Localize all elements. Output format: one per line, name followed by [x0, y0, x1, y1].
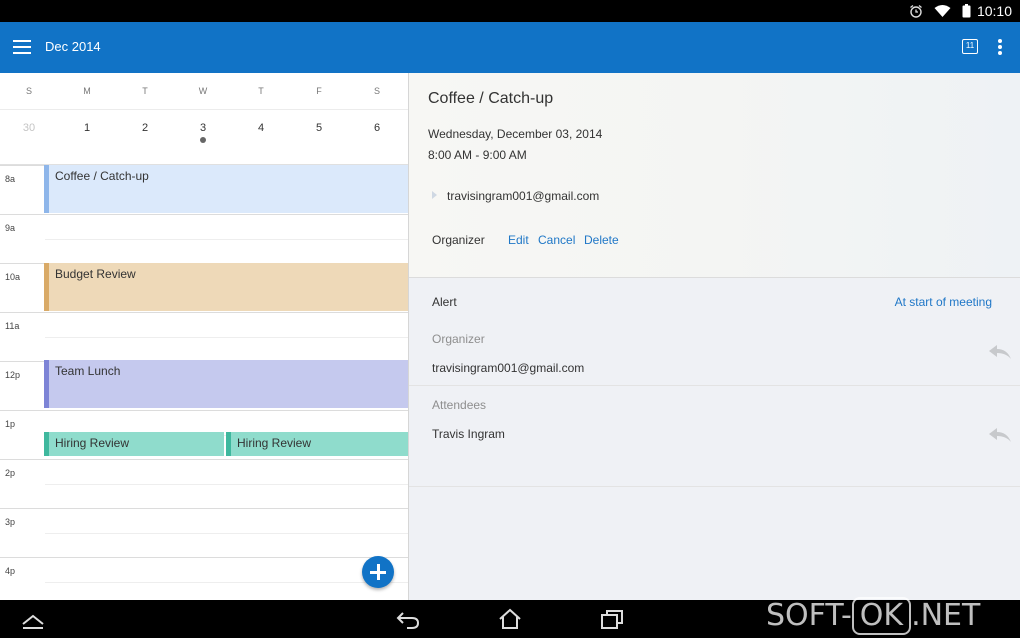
hour-label: 4p: [5, 566, 16, 576]
dow-label: T: [142, 86, 148, 96]
event-summary: Coffee / Catch-up Wednesday, December 03…: [409, 73, 1020, 278]
edit-link[interactable]: Edit: [508, 233, 529, 247]
date-number: 2: [141, 122, 149, 134]
days-of-week-row: S M T W T F S: [0, 73, 408, 110]
dow-label: F: [316, 86, 322, 96]
recent-apps-icon[interactable]: [599, 607, 625, 631]
watermark-suffix: .NET: [911, 598, 981, 633]
organizer-section-label: Organizer: [432, 332, 485, 346]
divider: [409, 486, 1020, 487]
dow-label: M: [83, 86, 91, 96]
add-event-button[interactable]: [362, 556, 394, 588]
arrow-icon: [432, 191, 437, 199]
watermark-prefix: SOFT-: [766, 598, 852, 633]
date-number: 1: [83, 122, 91, 134]
event-indicator-dot: [200, 137, 206, 143]
event-coffee-catch-up[interactable]: Coffee / Catch-up: [44, 165, 408, 213]
cancel-link[interactable]: Cancel: [538, 233, 575, 247]
divider: [409, 385, 1020, 386]
hour-label: 12p: [5, 370, 21, 380]
organizer-section-email: travisingram001@gmail.com: [432, 361, 585, 375]
event-hiring-review[interactable]: Hiring Review: [44, 432, 224, 456]
dow-label: W: [198, 86, 208, 96]
dow-label: S: [25, 86, 32, 96]
today-calendar-icon[interactable]: 11: [962, 39, 978, 54]
chevron-up-icon[interactable]: [20, 607, 46, 631]
home-icon[interactable]: [497, 607, 523, 631]
event-team-lunch[interactable]: Team Lunch: [44, 360, 408, 408]
battery-icon: [962, 4, 971, 18]
hour-label: 8a: [5, 174, 16, 184]
week-strip: S M T W T F S 30 1 2 3 4 5 6: [0, 73, 408, 165]
alert-label: Alert: [432, 295, 457, 309]
date-number: 5: [315, 122, 323, 134]
event-title: Hiring Review: [237, 436, 312, 450]
watermark-logo: SOFT- OK .NET: [766, 597, 980, 635]
app-bar: Dec 2014 11: [0, 22, 1020, 73]
hour-label: 11a: [5, 321, 20, 331]
hour-label: 3p: [5, 517, 16, 527]
organizer-email: travisingram001@gmail.com: [447, 189, 600, 203]
hour-row[interactable]: 4p: [0, 557, 408, 600]
event-title: Team Lunch: [55, 364, 121, 378]
event-budget-review[interactable]: Budget Review: [44, 263, 408, 311]
alert-setting-link[interactable]: At start of meeting: [895, 295, 992, 309]
hour-row[interactable]: 11a: [0, 312, 408, 361]
hour-row[interactable]: 3p: [0, 508, 408, 557]
attendee-name: Travis Ingram: [432, 427, 505, 441]
event-detail-panel: Coffee / Catch-up Wednesday, December 03…: [408, 73, 1020, 600]
event-time: 8:00 AM - 9:00 AM: [428, 148, 527, 162]
back-icon[interactable]: [395, 607, 421, 631]
watermark-box: OK: [851, 597, 912, 635]
hour-label: 1p: [5, 419, 16, 429]
date-number: 30: [22, 122, 36, 134]
day-view-panel: S M T W T F S 30 1 2 3 4 5 6 8a 9a 10a 1…: [0, 73, 408, 600]
status-time: 10:10: [976, 3, 1012, 19]
date-cell[interactable]: 1: [58, 111, 116, 165]
event-title: Budget Review: [55, 267, 136, 281]
wifi-icon: [934, 5, 951, 17]
dow-label: T: [258, 86, 264, 96]
event-title: Coffee / Catch-up: [55, 169, 149, 183]
organizer-role-label: Organizer: [432, 233, 485, 247]
date-number: 3: [199, 122, 207, 134]
event-hiring-review[interactable]: Hiring Review: [226, 432, 408, 456]
hour-label: 10a: [5, 272, 21, 282]
hour-row[interactable]: 9a: [0, 214, 408, 263]
hour-row[interactable]: 2p: [0, 459, 408, 508]
overflow-menu-icon[interactable]: [997, 39, 1003, 55]
status-bar: 10:10: [0, 0, 1020, 22]
date-cell[interactable]: 2: [116, 111, 174, 165]
date-cell[interactable]: 4: [232, 111, 290, 165]
dow-label: S: [373, 86, 380, 96]
date-number: 6: [373, 122, 381, 134]
reply-icon[interactable]: [989, 345, 1011, 359]
date-cell[interactable]: 30: [0, 111, 58, 165]
hour-label: 2p: [5, 468, 16, 478]
month-title[interactable]: Dec 2014: [45, 39, 101, 54]
attendees-section-label: Attendees: [432, 398, 487, 412]
event-title: Hiring Review: [55, 436, 130, 450]
event-date: Wednesday, December 03, 2014: [428, 127, 603, 141]
hamburger-menu-icon[interactable]: [13, 40, 31, 54]
alarm-icon: [910, 4, 922, 18]
date-cell[interactable]: 6: [348, 111, 406, 165]
date-number: 4: [257, 122, 265, 134]
date-cell-selected[interactable]: 3: [174, 111, 232, 165]
delete-link[interactable]: Delete: [584, 233, 619, 247]
date-cell[interactable]: 5: [290, 111, 348, 165]
reply-icon[interactable]: [989, 428, 1011, 442]
hour-label: 9a: [5, 223, 16, 233]
event-detail-title: Coffee / Catch-up: [428, 90, 554, 107]
